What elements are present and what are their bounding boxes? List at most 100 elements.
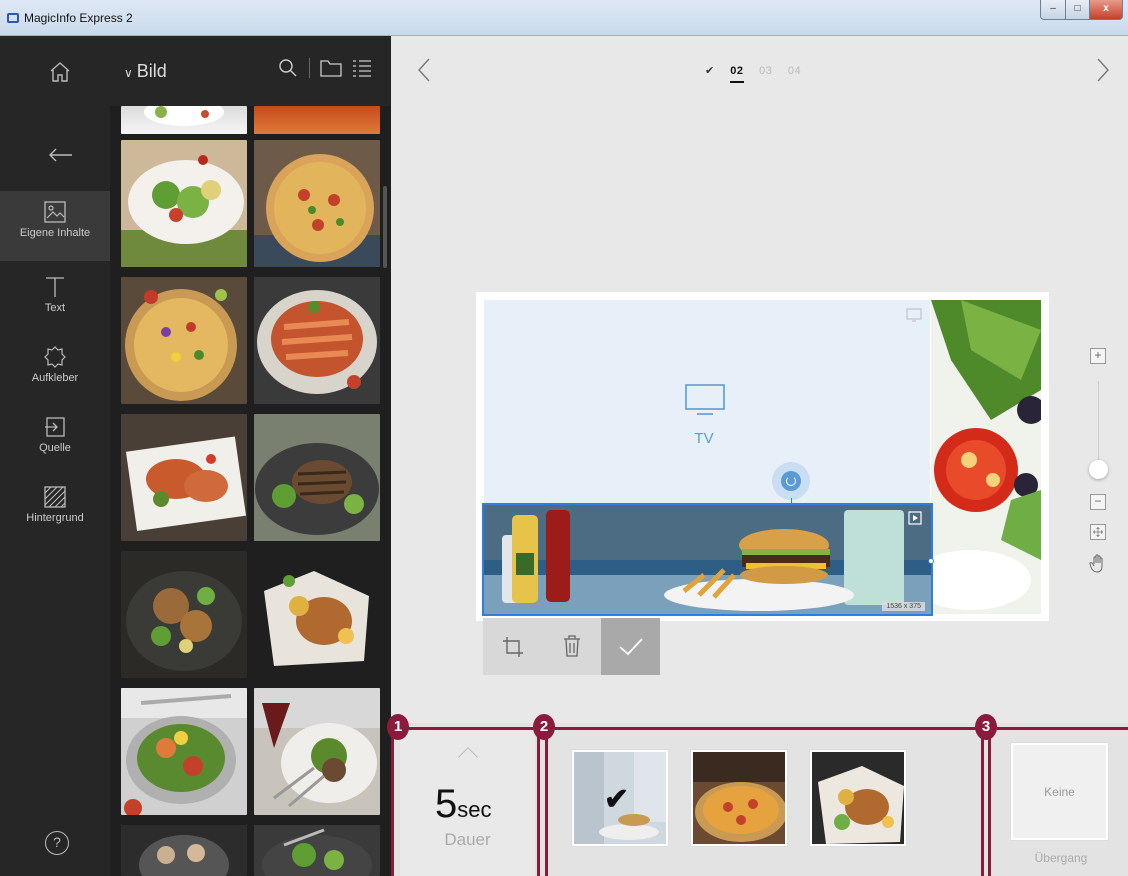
window-title: MagicInfo Express 2 [24, 11, 133, 25]
background-pattern-icon [44, 486, 66, 508]
rail-item-label: Eigene Inhalte [19, 227, 91, 239]
resize-handle[interactable] [928, 558, 934, 564]
image-thumbnail[interactable] [121, 140, 247, 267]
panel-scrollbar[interactable] [383, 186, 387, 268]
category-dropdown[interactable]: ∨ Bild [124, 61, 167, 82]
tv-icon [685, 384, 725, 415]
image-edit-toolbar [483, 618, 660, 675]
home-icon [50, 62, 70, 82]
pan-hand-icon[interactable] [1089, 554, 1107, 574]
content-sequence-section: ✔ [545, 727, 984, 876]
rail-item-aufkleber[interactable]: Aufkleber [0, 336, 110, 406]
chevron-down-icon: ∨ [124, 66, 133, 80]
back-button[interactable] [0, 126, 110, 186]
image-thumbnail[interactable] [254, 551, 380, 678]
rotate-icon [781, 471, 801, 491]
image-icon [44, 201, 66, 223]
image-thumbnail[interactable] [254, 688, 380, 815]
image-thumbnail[interactable] [121, 414, 247, 541]
layout-canvas[interactable]: TV 1536 x 375 [476, 292, 1049, 621]
transition-selector[interactable]: Keine [1011, 743, 1108, 840]
trash-icon [564, 635, 580, 657]
transition-label: Übergang [1034, 851, 1088, 865]
rail-item-label: Quelle [39, 442, 71, 454]
help-button[interactable]: ? [45, 831, 69, 855]
sequence-thumbnail[interactable] [691, 750, 787, 846]
fit-to-screen-icon[interactable] [1090, 524, 1106, 540]
app-logo-icon [7, 13, 19, 23]
zoom-out-button[interactable]: − [1090, 494, 1106, 510]
zone-options-icon[interactable] [906, 308, 922, 322]
image-thumbnail[interactable] [254, 414, 380, 541]
callout-badge-2: 2 [533, 714, 555, 740]
rail-item-hintergrund[interactable]: Hintergrund [0, 476, 110, 546]
image-thumbnail[interactable] [254, 825, 380, 876]
image-dimensions-label: 1536 x 375 [882, 602, 925, 611]
header-divider [309, 58, 310, 78]
source-input-icon [45, 417, 65, 437]
duration-label: Dauer [444, 830, 491, 849]
crop-button[interactable] [483, 618, 542, 675]
callout-badge-1: 1 [387, 714, 409, 740]
image-thumbnail[interactable] [254, 106, 380, 134]
rail-item-eigene-inhalte[interactable]: Eigene Inhalte [0, 191, 110, 261]
rail-item-text[interactable]: Text [0, 266, 110, 336]
list-view-icon[interactable] [352, 58, 372, 78]
image-thumbnail[interactable] [254, 140, 380, 267]
next-page-arrow-icon[interactable] [1088, 56, 1116, 84]
duration-section: 5sec Dauer [391, 727, 540, 876]
selected-image-frame[interactable]: 1536 x 375 [482, 503, 933, 616]
maximize-button[interactable]: □ [1065, 0, 1090, 20]
zone-options-icon[interactable] [908, 511, 922, 525]
confirm-button[interactable] [601, 618, 660, 675]
page-tab[interactable]: 03 [759, 65, 772, 77]
duration-card[interactable]: 5sec Dauer [400, 730, 535, 876]
page-tab[interactable]: 04 [788, 65, 801, 77]
timeline-strip: 5sec Dauer 1 ✔ 2 Keine Übergang 3 [387, 714, 1128, 876]
sticker-icon [44, 346, 66, 368]
image-library-panel: ∨ Bild [110, 36, 391, 876]
callout-badge-3: 3 [975, 714, 997, 740]
page-tab[interactable]: 02 [730, 65, 744, 83]
tv-zone[interactable]: TV [484, 300, 930, 506]
zoom-control: + − [1081, 336, 1121, 596]
check-icon[interactable]: ✔ [705, 65, 715, 77]
window-title-bar: MagicInfo Express 2 – □ x [0, 0, 1128, 36]
back-arrow-icon [49, 148, 72, 162]
page-indicator: ✔ 02 03 04 [699, 64, 807, 83]
image-thumbnail[interactable] [121, 106, 247, 134]
duration-value: 5sec [435, 782, 492, 826]
rail-item-label: Text [44, 302, 66, 314]
increase-duration-icon[interactable] [458, 747, 478, 767]
image-thumbnail[interactable] [121, 551, 247, 678]
close-button[interactable]: x [1089, 0, 1123, 20]
rail-item-label: Aufkleber [31, 372, 79, 384]
image-thumbnail[interactable] [254, 277, 380, 404]
left-nav-rail: Eigene Inhalte Text Aufkleber Quelle Hin… [0, 36, 110, 876]
tv-zone-label: TV [694, 430, 714, 447]
zoom-slider-handle[interactable] [1089, 460, 1108, 479]
crop-icon [503, 637, 523, 657]
rail-item-quelle[interactable]: Quelle [0, 406, 110, 476]
rail-item-label: Hintergrund [26, 512, 84, 524]
panel-title: Bild [136, 61, 167, 81]
rotate-handle[interactable] [772, 462, 810, 500]
image-thumbnail[interactable] [121, 277, 247, 404]
minimize-button[interactable]: – [1040, 0, 1066, 20]
previous-page-arrow-icon[interactable] [411, 56, 439, 84]
image-thumbnail[interactable] [121, 825, 247, 876]
delete-button[interactable] [542, 618, 601, 675]
image-thumbnail[interactable] [121, 688, 247, 815]
zoom-in-button[interactable]: + [1090, 348, 1106, 364]
selected-check-icon: ✔ [604, 783, 630, 816]
salad-image-zone[interactable] [931, 300, 1041, 614]
zoom-slider-track[interactable] [1098, 381, 1099, 471]
sequence-thumbnail[interactable]: ✔ [572, 750, 668, 846]
home-button[interactable] [0, 36, 110, 108]
check-icon [619, 638, 643, 656]
sequence-thumbnail[interactable] [810, 750, 906, 846]
transition-section: Keine Übergang [988, 727, 1128, 876]
folder-icon[interactable] [320, 58, 342, 78]
image-grid [110, 106, 391, 876]
search-icon[interactable] [278, 58, 298, 78]
